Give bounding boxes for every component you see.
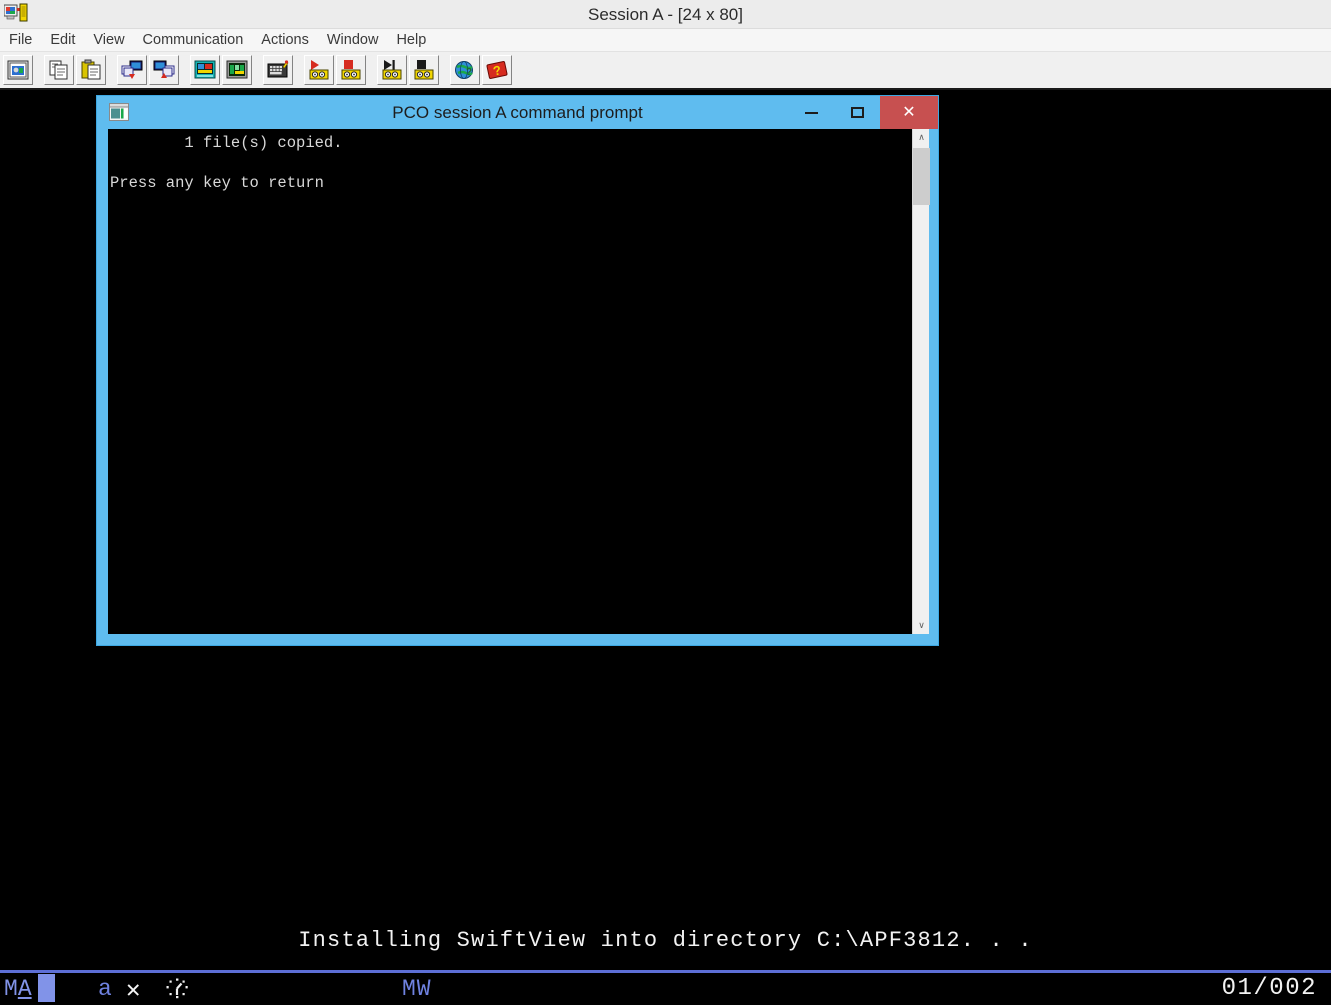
record-macro-button[interactable] <box>304 55 334 85</box>
status-insert-indicator: a <box>98 976 112 1002</box>
toolbar-separator <box>107 55 116 85</box>
toolbar-separator <box>367 55 376 85</box>
toolbar: ? ? <box>0 52 1331 90</box>
help-index-button[interactable]: ? <box>482 55 512 85</box>
send-file-button[interactable] <box>117 55 147 85</box>
screen-settings-icon <box>226 59 248 81</box>
play-macro-button[interactable] <box>377 55 407 85</box>
screen-capture-button[interactable] <box>3 55 33 85</box>
stop-macro-icon <box>413 59 435 81</box>
minimize-icon <box>804 111 818 114</box>
svg-text:?: ? <box>466 67 472 78</box>
keyboard-setup-icon <box>267 59 289 81</box>
maximize-icon <box>850 107 864 118</box>
scrollbar-thumb[interactable] <box>913 148 930 205</box>
menu-item-actions[interactable]: Actions <box>252 30 318 50</box>
toolbar-group-clipboard <box>43 55 107 85</box>
close-icon: ✕ <box>902 103 916 121</box>
stop-recording-button[interactable] <box>336 55 366 85</box>
scroll-down-icon[interactable]: ∨ <box>913 617 930 634</box>
send-file-icon <box>121 59 143 81</box>
color-settings-button[interactable] <box>190 55 220 85</box>
copy-button[interactable] <box>44 55 74 85</box>
status-mode-prefix: M <box>4 976 18 1002</box>
terminal-message: Installing SwiftView into directory C:\A… <box>298 928 1033 953</box>
status-cursor-position: 01/002 <box>1221 975 1317 1002</box>
stop-recording-icon <box>340 59 362 81</box>
screen-capture-icon <box>7 59 29 81</box>
console-line-3: Press any key to return <box>110 174 324 192</box>
screen-settings-button[interactable] <box>222 55 252 85</box>
toolbar-separator <box>180 55 189 85</box>
toolbar-group-help: ? ? <box>449 55 513 85</box>
app-title-bar: Session A - [24 x 80] <box>0 0 1331 29</box>
toolbar-separator <box>440 55 449 85</box>
keyboard-setup-button[interactable] <box>263 55 293 85</box>
window-controls: ✕ <box>788 96 938 129</box>
minimize-button[interactable] <box>788 96 834 129</box>
globe-support-icon: ? <box>454 59 476 81</box>
stop-macro-button[interactable] <box>409 55 439 85</box>
toolbar-group-keyboard <box>262 55 294 85</box>
application-window: Session A - [24 x 80] File Edit View Com… <box>0 0 1331 1005</box>
toolbar-group-settings <box>189 55 253 85</box>
menu-item-file[interactable]: File <box>0 30 41 50</box>
scroll-up-icon[interactable]: ∧ <box>913 129 930 146</box>
maximize-button[interactable] <box>834 96 880 129</box>
console-output[interactable]: 1 file(s) copied. Press any key to retur… <box>108 129 912 634</box>
menu-item-window[interactable]: Window <box>318 30 388 50</box>
status-cursor-block <box>38 974 55 1002</box>
menu-item-communication[interactable]: Communication <box>134 30 253 50</box>
toolbar-group-record <box>303 55 367 85</box>
record-macro-icon <box>308 59 330 81</box>
globe-support-button[interactable]: ? <box>450 55 480 85</box>
menu-bar: File Edit View Communication Actions Win… <box>0 29 1331 52</box>
console-window: PCO session A command prompt ✕ 1 file(s)… <box>96 95 939 646</box>
receive-file-icon <box>153 59 175 81</box>
toolbar-group-playback <box>376 55 440 85</box>
status-mode-letter: A <box>17 976 32 1002</box>
copy-icon <box>48 59 70 81</box>
page-title: Session A - [24 x 80] <box>588 5 743 24</box>
terminal-screen: PCO session A command prompt ✕ 1 file(s)… <box>0 90 1331 1005</box>
toolbar-separator <box>294 55 303 85</box>
toolbar-separator <box>253 55 262 85</box>
receive-file-button[interactable] <box>149 55 179 85</box>
console-scrollbar[interactable]: ∧ ∨ <box>912 129 930 634</box>
play-macro-icon <box>381 59 403 81</box>
color-settings-icon <box>194 59 216 81</box>
status-inhibit-icon: ✕ <box>126 978 141 1005</box>
console-window-title-bar[interactable]: PCO session A command prompt ✕ <box>97 96 938 129</box>
console-line-1: 1 file(s) copied. <box>110 134 343 152</box>
toolbar-separator <box>34 55 43 85</box>
console-body: 1 file(s) copied. Press any key to retur… <box>108 129 930 634</box>
toolbar-group-transfer <box>116 55 180 85</box>
operator-information-area: MA a ✕ MW 01/002 <box>0 973 1331 1005</box>
status-mode-indicator: MA <box>4 976 32 1002</box>
toolbar-group-display <box>2 55 34 85</box>
help-index-icon: ? <box>486 59 508 81</box>
status-message-wait: MW <box>402 976 432 1002</box>
clock-wait-icon <box>164 978 191 1002</box>
menu-item-edit[interactable]: Edit <box>41 30 84 50</box>
paste-icon <box>80 59 102 81</box>
scrollbar-track[interactable] <box>913 146 930 617</box>
menu-item-view[interactable]: View <box>84 30 133 50</box>
close-button[interactable]: ✕ <box>880 96 938 129</box>
menu-item-help[interactable]: Help <box>387 30 435 50</box>
paste-button[interactable] <box>76 55 106 85</box>
